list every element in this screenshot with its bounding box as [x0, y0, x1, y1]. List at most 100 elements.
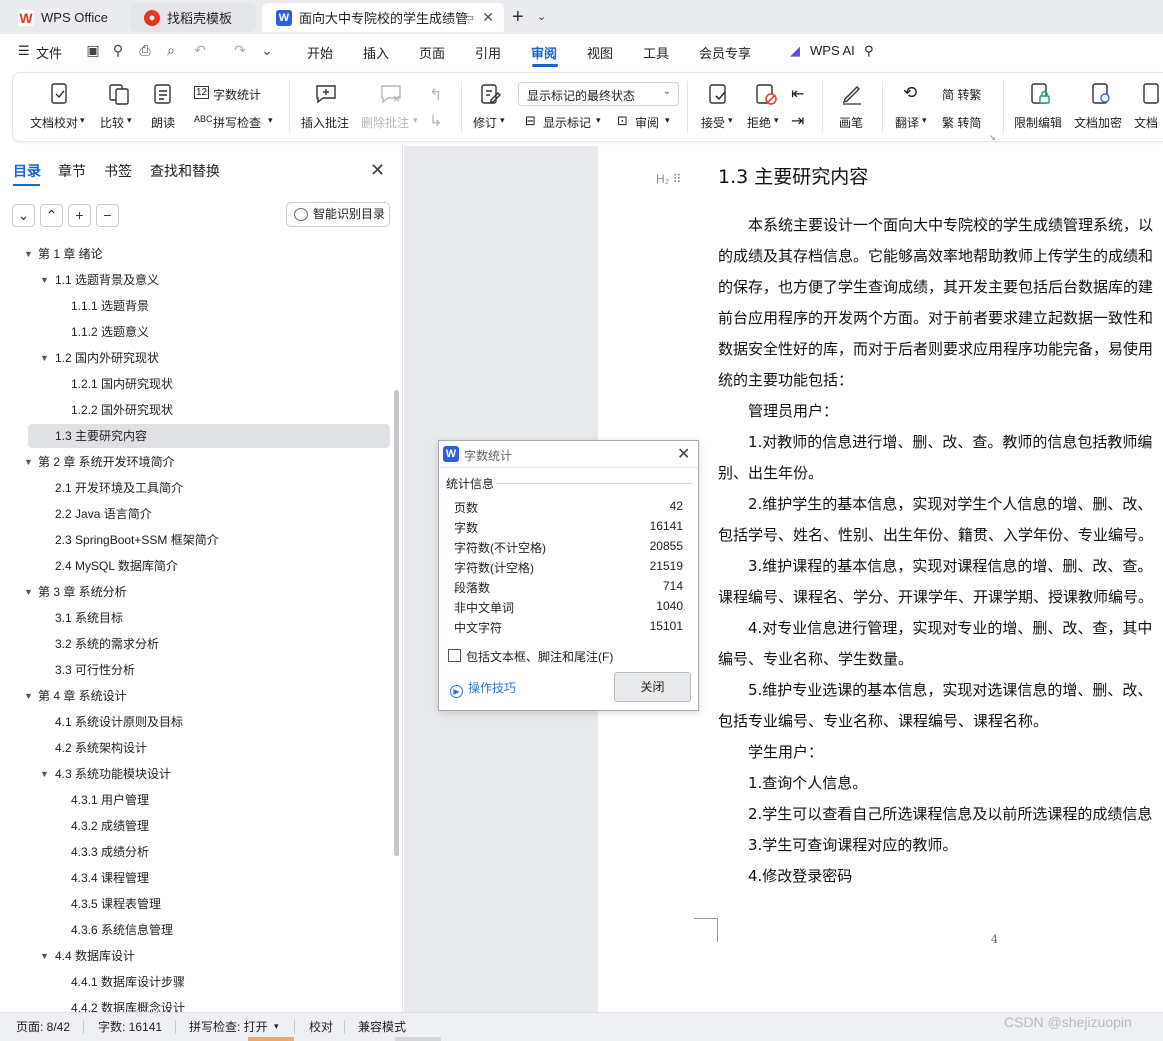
toc-item[interactable]: 1.1.2 选题意义 — [0, 320, 390, 344]
toc-item[interactable]: 2.1 开发环境及工具简介 — [0, 476, 390, 500]
chevron-down-icon[interactable]: ▾ — [500, 115, 505, 126]
add-heading-button[interactable]: + — [68, 204, 91, 227]
tab-document[interactable]: W 面向大中专院校的学生成绩管理 ▭ ✕ — [262, 3, 504, 32]
new-tab-plus-icon[interactable]: + — [512, 6, 524, 29]
toc-item[interactable]: 4.4.1 数据库设计步骤 — [0, 970, 390, 994]
markup-display-select[interactable]: 显示标记的最终状态 ⌄ — [518, 82, 679, 106]
hamburger-icon[interactable]: ☰ — [18, 43, 30, 59]
toc-item[interactable]: 3.2 系统的需求分析 — [0, 632, 390, 656]
tips-link[interactable]: ▶ 操作技巧 — [450, 679, 516, 698]
nav-tab-chapters[interactable]: 章节 — [58, 161, 86, 181]
revise-button[interactable]: 修订 — [473, 114, 497, 131]
toc-item[interactable]: 2.4 MySQL 数据库简介 — [0, 554, 390, 578]
toc-item[interactable]: 4.3.3 成绩分析 — [0, 840, 390, 864]
toc-item[interactable]: ▼ 4.3 系统功能模块设计 — [0, 762, 390, 786]
heading-level-marker[interactable]: H₂ ⠿ — [656, 172, 681, 186]
menu-tools[interactable]: 工具 — [643, 43, 669, 62]
caret-down-icon[interactable]: ▼ — [40, 346, 49, 370]
toc-item[interactable]: 4.3.4 课程管理 — [0, 866, 390, 890]
next-comment-icon[interactable]: ↳ — [429, 111, 442, 131]
tab-daoke-templates[interactable]: ● 找稻壳模板 — [130, 3, 256, 32]
monitor-icon[interactable]: ▭ — [464, 11, 474, 24]
menu-insert[interactable]: 插入 — [363, 43, 389, 62]
word-count-button[interactable]: 字数统计 — [213, 86, 261, 103]
expand-all-button[interactable]: ⌄ — [12, 204, 35, 227]
toc-item[interactable]: ▼ 第 2 章 系统开发环境简介 — [0, 450, 390, 474]
print-icon[interactable]: ⎙ — [137, 42, 153, 58]
toc-item[interactable]: ▼ 第 3 章 系统分析 — [0, 580, 390, 604]
print-preview-icon[interactable]: ⌕ — [163, 42, 179, 58]
pen-button[interactable]: 画笔 — [839, 114, 863, 131]
review-pane-button[interactable]: 审阅 — [635, 114, 659, 131]
toc-item[interactable]: 4.2 系统架构设计 — [0, 736, 390, 760]
toc-item[interactable]: 4.4.2 数据库概念设计 — [0, 996, 390, 1012]
toc-item[interactable]: 4.3.1 用户管理 — [0, 788, 390, 812]
toc-item[interactable]: 3.3 可行性分析 — [0, 658, 390, 682]
menu-review[interactable]: 审阅 — [531, 43, 557, 62]
prev-comment-icon[interactable]: ↰ — [429, 85, 442, 105]
chevron-down-icon[interactable]: ⌄ — [259, 42, 275, 58]
toc-item[interactable]: 4.3.5 课程表管理 — [0, 892, 390, 916]
chevron-down-icon[interactable]: ▾ — [127, 115, 132, 126]
doc-proofread-button[interactable]: 文档校对 — [30, 114, 78, 131]
toc-item[interactable]: 2.2 Java 语言简介 — [0, 502, 390, 526]
chevron-down-icon[interactable]: ⌄ — [537, 10, 546, 23]
toc-item[interactable]: ▼ 第 1 章 绪论 — [0, 242, 390, 266]
caret-down-icon[interactable]: ▼ — [40, 762, 49, 786]
close-icon[interactable]: ✕ — [370, 160, 385, 181]
redo-icon[interactable]: ↷ — [232, 42, 248, 58]
chevron-down-icon[interactable]: ▾ — [922, 115, 927, 126]
spell-check-indicator[interactable]: 拼写检查: 打开 — [189, 1018, 268, 1035]
collapse-all-button[interactable]: ⌃ — [40, 204, 63, 227]
toc-item[interactable]: 4.3.2 成绩管理 — [0, 814, 390, 838]
chevron-down-icon[interactable]: ▾ — [774, 115, 779, 126]
page-indicator[interactable]: 页面: 8/42 — [16, 1018, 70, 1035]
caret-down-icon[interactable]: ▼ — [40, 944, 49, 968]
chevron-down-icon[interactable]: ▾ — [274, 1021, 279, 1032]
toc-item[interactable]: ▼ 第 4 章 系统设计 — [0, 684, 390, 708]
share-icon[interactable]: ⚲ — [110, 42, 126, 58]
menu-file[interactable]: 文件 — [36, 43, 62, 62]
close-icon[interactable]: ✕ — [482, 9, 494, 26]
chevron-down-icon[interactable]: ▾ — [665, 115, 670, 126]
toc-item[interactable]: 1.1.1 选题背景 — [0, 294, 390, 318]
toc-item[interactable]: ▼ 1.1 选题背景及意义 — [0, 268, 390, 292]
menu-page[interactable]: 页面 — [419, 43, 445, 62]
word-count-indicator[interactable]: 字数: 16141 — [98, 1018, 162, 1035]
reject-button[interactable]: 拒绝 — [747, 114, 771, 131]
next-change-icon[interactable]: ⇥ — [791, 111, 804, 131]
undo-icon[interactable]: ↶ — [192, 42, 208, 58]
toc-item[interactable]: 3.1 系统目标 — [0, 606, 390, 630]
menu-wps-ai[interactable]: WPS AI — [810, 43, 855, 58]
prev-change-icon[interactable]: ⇤ — [791, 84, 804, 104]
smart-toc-button[interactable]: 智能识别目录 — [286, 202, 390, 227]
chevron-down-icon[interactable]: ▾ — [413, 115, 418, 126]
tab-wps-office[interactable]: W WPS Office — [4, 3, 122, 32]
close-button[interactable]: 关闭 — [614, 672, 691, 702]
caret-down-icon[interactable]: ▼ — [24, 580, 33, 604]
translate-button[interactable]: 翻译 — [895, 114, 919, 131]
toc-item[interactable]: 2.3 SpringBoot+SSM 框架简介 — [0, 528, 390, 552]
caret-down-icon[interactable]: ▼ — [24, 242, 33, 266]
show-markup-button[interactable]: 显示标记 — [543, 114, 591, 131]
delete-comment-button[interactable]: 删除批注 — [361, 114, 409, 131]
remove-heading-button[interactable]: − — [96, 204, 119, 227]
dialog-title-bar[interactable]: W 字数统计 ✕ — [439, 441, 698, 468]
nav-tab-bookmarks[interactable]: 书签 — [104, 161, 132, 181]
chevron-down-icon[interactable]: ▾ — [596, 115, 601, 126]
expand-icon[interactable]: ↘ — [989, 133, 996, 142]
toc-item[interactable]: 4.1 系统设计原则及目标 — [0, 710, 390, 734]
toc-item[interactable]: ▼ 4.4 数据库设计 — [0, 944, 390, 968]
proof-indicator[interactable]: 校对 — [309, 1018, 333, 1035]
search-icon[interactable]: ⚲ — [864, 43, 874, 59]
caret-down-icon[interactable]: ▼ — [40, 268, 49, 292]
restrict-edit-button[interactable]: 限制编辑 — [1014, 114, 1062, 131]
menu-member[interactable]: 会员专享 — [699, 43, 751, 62]
caret-down-icon[interactable]: ▼ — [24, 684, 33, 708]
to-traditional-button[interactable]: 简 转繁 — [942, 86, 981, 103]
save-icon[interactable]: ▣ — [85, 42, 101, 58]
toc-item[interactable]: 1.2.1 国内研究现状 — [0, 372, 390, 396]
toc-item[interactable]: 1.2.2 国外研究现状 — [0, 398, 390, 422]
chevron-down-icon[interactable]: ▾ — [80, 115, 85, 126]
include-textbox-label[interactable]: 包括文本框、脚注和尾注(F) — [466, 648, 613, 665]
